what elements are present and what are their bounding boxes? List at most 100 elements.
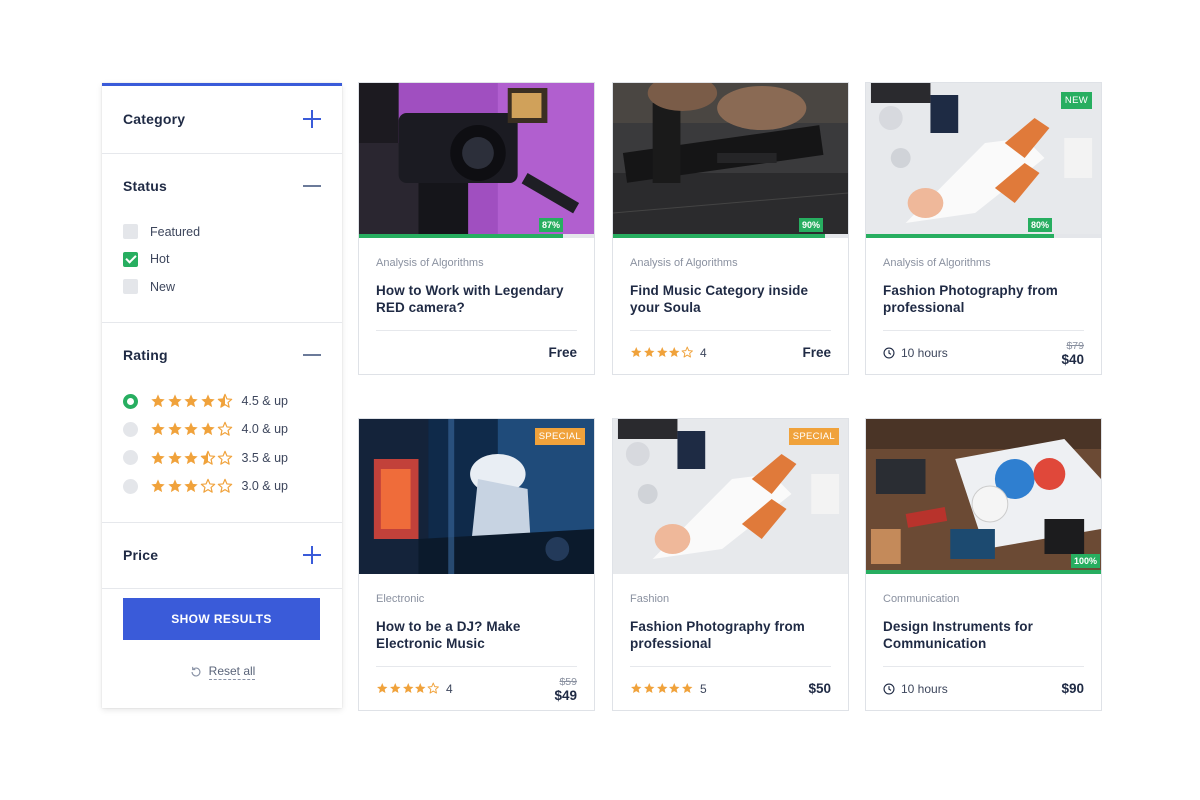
course-duration: 10 hours bbox=[901, 681, 948, 696]
course-title[interactable]: How to Work with Legendary RED camera? bbox=[376, 282, 577, 322]
course-title[interactable]: How to be a DJ? Make Electronic Music bbox=[376, 618, 577, 658]
course-category: Analysis of Algorithms bbox=[630, 257, 738, 269]
status-header[interactable]: Status bbox=[102, 154, 342, 218]
course-thumbnail: 100% bbox=[866, 419, 1101, 574]
radio-selected[interactable] bbox=[123, 393, 138, 409]
star-filled-icon bbox=[656, 682, 669, 695]
status-section: Status Featured Hot New bbox=[102, 154, 342, 323]
course-price: Free bbox=[548, 345, 577, 360]
progress-bar bbox=[613, 234, 848, 238]
star-filled-icon bbox=[630, 682, 643, 695]
progress-fill bbox=[866, 570, 1101, 574]
design-tools-photo-image bbox=[866, 419, 1101, 574]
course-title[interactable]: Design Instruments for Communication bbox=[883, 618, 1084, 658]
expand-plus-icon[interactable] bbox=[303, 546, 321, 564]
star-empty-icon bbox=[681, 346, 694, 359]
reset-all-link[interactable]: Reset all bbox=[102, 664, 342, 680]
rating-option-3-0[interactable]: 3.0 & up bbox=[123, 472, 321, 500]
special-tag: SPECIAL bbox=[534, 428, 585, 445]
course-category: Communication bbox=[883, 593, 960, 605]
rating-option-label: 4.0 & up bbox=[241, 422, 289, 437]
course-price: Free bbox=[802, 345, 831, 360]
star-filled-icon bbox=[643, 682, 656, 695]
checkbox-checked[interactable] bbox=[123, 251, 138, 267]
star-half-icon bbox=[200, 450, 216, 466]
progress-bar bbox=[866, 234, 1101, 238]
card-footer: 10 hours $79 $40 bbox=[883, 330, 1084, 374]
category-section: Category bbox=[102, 86, 342, 154]
star-rating bbox=[150, 421, 233, 437]
course-price: $49 bbox=[554, 687, 577, 703]
star-empty-icon bbox=[200, 478, 216, 494]
show-results-button[interactable]: SHOW RESULTS bbox=[123, 598, 320, 640]
course-title[interactable]: Find Music Category inside your Soula bbox=[630, 282, 831, 322]
radio[interactable] bbox=[123, 478, 138, 494]
rating-section: Rating 4.5 & up 4.0 & up 3.5 & up 3.0 & … bbox=[102, 323, 342, 523]
checkbox[interactable] bbox=[123, 224, 138, 240]
reset-icon bbox=[191, 666, 201, 677]
status-option-new[interactable]: New bbox=[123, 273, 321, 301]
price-title: Price bbox=[123, 547, 159, 563]
star-filled-icon bbox=[150, 393, 166, 409]
category-header[interactable]: Category bbox=[102, 86, 342, 152]
card-meta: 4 bbox=[376, 682, 453, 696]
price-header[interactable]: Price bbox=[102, 523, 342, 587]
rating-option-4-0[interactable]: 4.0 & up bbox=[123, 415, 321, 443]
star-rating bbox=[150, 393, 233, 409]
course-category: Fashion bbox=[630, 593, 670, 605]
course-card[interactable]: NEW 80% Analysis of Algorithms Fashion P… bbox=[865, 82, 1102, 375]
progress-badge: 87% bbox=[539, 218, 564, 232]
collapse-minus-icon[interactable] bbox=[303, 346, 321, 364]
course-card[interactable]: 100% Communication Design Instruments fo… bbox=[865, 418, 1102, 711]
course-price: $40 bbox=[1061, 351, 1084, 367]
star-filled-icon bbox=[200, 393, 216, 409]
course-thumbnail: 90% bbox=[613, 83, 848, 238]
progress-bar bbox=[359, 234, 594, 238]
course-card[interactable]: 90% Analysis of Algorithms Find Music Ca… bbox=[612, 82, 849, 375]
clock-icon bbox=[883, 682, 895, 695]
star-rating bbox=[630, 346, 694, 359]
star-filled-icon bbox=[402, 682, 415, 695]
card-meta: 5 bbox=[630, 682, 707, 696]
radio[interactable] bbox=[123, 450, 138, 466]
price-section: Price bbox=[102, 523, 342, 589]
course-thumbnail: SPECIAL bbox=[613, 419, 848, 574]
card-footer: 10 hours $90 bbox=[883, 666, 1084, 710]
star-rating bbox=[630, 682, 694, 695]
rowing-machine-photo-image bbox=[613, 83, 848, 238]
expand-plus-icon[interactable] bbox=[303, 110, 321, 128]
course-card[interactable]: 87% Analysis of Algorithms How to Work w… bbox=[358, 82, 595, 375]
rating-count: 4 bbox=[445, 681, 453, 696]
rating-option-3-5[interactable]: 3.5 & up bbox=[123, 444, 321, 472]
course-card[interactable]: SPECIAL Fashion Fashion Photography from… bbox=[612, 418, 849, 711]
progress-badge: 100% bbox=[1071, 554, 1101, 568]
rating-header[interactable]: Rating bbox=[102, 323, 342, 387]
star-empty-icon bbox=[217, 478, 233, 494]
star-empty-icon bbox=[427, 682, 440, 695]
card-meta: 4 bbox=[630, 346, 707, 360]
price-box: $59 $49 bbox=[554, 676, 577, 702]
status-title: Status bbox=[123, 178, 167, 194]
status-option-label: Featured bbox=[150, 224, 201, 239]
card-footer: Free bbox=[376, 330, 577, 374]
checkbox[interactable] bbox=[123, 279, 138, 295]
progress-badge: 80% bbox=[1028, 218, 1053, 232]
course-title[interactable]: Fashion Photography from professional bbox=[883, 282, 1084, 322]
course-category: Analysis of Algorithms bbox=[376, 257, 484, 269]
course-title[interactable]: Fashion Photography from professional bbox=[630, 618, 831, 658]
card-meta: 10 hours bbox=[883, 346, 948, 360]
star-rating bbox=[150, 450, 233, 466]
status-option-featured[interactable]: Featured bbox=[123, 218, 321, 246]
star-filled-icon bbox=[681, 682, 694, 695]
star-filled-icon bbox=[167, 421, 183, 437]
status-option-hot[interactable]: Hot bbox=[123, 246, 321, 274]
star-empty-icon bbox=[217, 421, 233, 437]
collapse-minus-icon[interactable] bbox=[303, 177, 321, 195]
rating-option-4-5[interactable]: 4.5 & up bbox=[123, 387, 321, 415]
course-duration: 10 hours bbox=[901, 345, 948, 360]
radio[interactable] bbox=[123, 421, 138, 437]
course-card[interactable]: SPECIAL Electronic How to be a DJ? Make … bbox=[358, 418, 595, 711]
card-footer: 5 $50 bbox=[630, 666, 831, 710]
progress-bar bbox=[866, 570, 1101, 574]
rating-option-label: 3.5 & up bbox=[241, 450, 289, 465]
